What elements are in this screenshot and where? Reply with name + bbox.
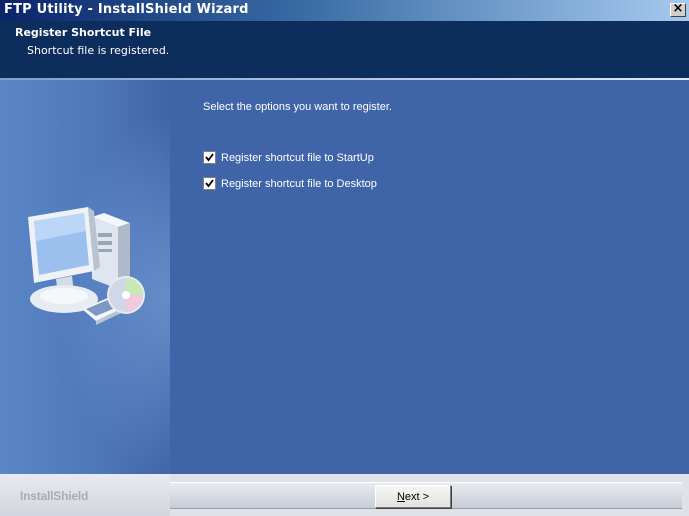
close-button[interactable]: ×	[670, 1, 686, 17]
brand-area: InstallShield	[0, 474, 170, 516]
desktop-checkbox[interactable]	[203, 177, 216, 190]
checkmark-icon	[205, 153, 214, 162]
options-panel: Select the options you want to register.…	[170, 80, 689, 474]
option-desktop[interactable]: Register shortcut file to Desktop	[203, 176, 377, 191]
instruction-text: Select the options you want to register.	[203, 101, 392, 113]
installer-window: FTP Utility - InstallShield Wizard × Reg…	[0, 0, 689, 516]
next-button[interactable]: Next >	[375, 485, 451, 508]
window-title: FTP Utility - InstallShield Wizard	[4, 2, 249, 17]
button-bar: Next >	[170, 482, 682, 509]
installshield-logo: InstallShield	[20, 489, 89, 503]
startup-checkbox[interactable]	[203, 151, 216, 164]
left-graphic-panel	[0, 80, 170, 474]
checkmark-icon	[205, 179, 214, 188]
wizard-footer: InstallShield Next >	[0, 474, 689, 516]
close-icon: ×	[672, 1, 684, 16]
wizard-body: Select the options you want to register.…	[0, 80, 689, 474]
computer-with-cd-icon	[28, 207, 145, 325]
header-title: Register Shortcut File	[15, 26, 152, 39]
header-subtitle: Shortcut file is registered.	[27, 44, 170, 57]
next-button-label: ext >	[404, 490, 430, 503]
wizard-header: Register Shortcut File Shortcut file is …	[0, 21, 689, 78]
title-bar[interactable]: FTP Utility - InstallShield Wizard ×	[0, 0, 689, 21]
option-startup[interactable]: Register shortcut file to StartUp	[203, 150, 374, 165]
desktop-label[interactable]: Register shortcut file to Desktop	[221, 178, 377, 190]
next-button-mnemonic: N	[396, 490, 405, 503]
startup-label[interactable]: Register shortcut file to StartUp	[221, 152, 374, 164]
